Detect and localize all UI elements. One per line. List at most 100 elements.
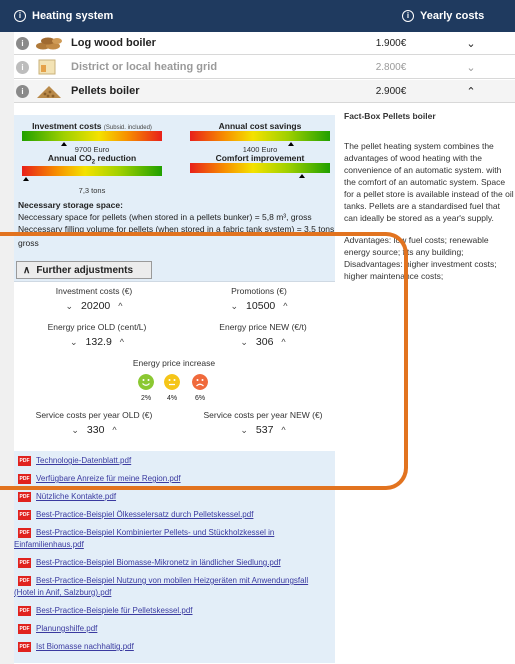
list-item[interactable]: PDF Best-Practice-Beispiel Biomasse-Mikro… xyxy=(18,557,334,569)
row-name: Log wood boiler xyxy=(71,37,156,49)
row-cost: 2.800€ xyxy=(375,61,407,73)
info-icon[interactable]: i xyxy=(16,60,29,74)
pdf-link[interactable]: Verfügbare Anreize für meine Region.pdf xyxy=(36,473,181,485)
pdf-icon: PDF xyxy=(18,606,31,616)
indicator-title: Investment costs (Subsid. included) xyxy=(32,121,152,131)
fact-box: Fact-Box Pellets boiler The pellet heati… xyxy=(344,110,515,292)
yearly-costs-header: i Yearly costs xyxy=(348,10,515,22)
list-item-continued[interactable]: (Hotel in Anif, Salzburg).pdf xyxy=(14,587,334,599)
row-district-heating[interactable]: i District or local heating grid 2.800€ … xyxy=(14,56,515,79)
row-cost: 1.900€ xyxy=(375,37,407,49)
decrement-icon[interactable]: ⌄ xyxy=(231,301,239,312)
fact-box-description: The pellet heating system combines the a… xyxy=(344,141,514,223)
list-item[interactable]: PDF Best-Practice-Beispiele für Pelletske… xyxy=(18,605,334,617)
decrement-icon[interactable]: ⌄ xyxy=(240,337,248,348)
happy-face-icon[interactable] xyxy=(138,374,154,390)
decrement-icon[interactable]: ⌄ xyxy=(70,337,78,348)
energy-price-new-field: Energy price NEW (€/t) ⌄ 306 ^ xyxy=(219,322,307,348)
annual-savings-indicator: Annual cost savings 1400 Euro xyxy=(190,121,330,154)
indicator-title: Comfort improvement xyxy=(215,153,305,163)
storage-line: Neccessary filling volume for pellets (w… xyxy=(18,224,335,234)
pdf-link[interactable]: Einfamilienhaus.pdf xyxy=(14,539,84,551)
left-margin xyxy=(0,32,14,664)
indicator-value: 7,3 tons xyxy=(78,185,106,195)
list-item[interactable]: PDF Best-Practice-Beispiel Nutzung von mo… xyxy=(18,575,334,587)
district-heating-thumbnail xyxy=(35,59,63,75)
pdf-link[interactable]: Ist Biomasse nachhaltig.pdf xyxy=(36,641,134,653)
increase-option-label: 6% xyxy=(194,395,206,402)
list-item[interactable]: PDF Planungshilfe.pdf xyxy=(18,623,334,635)
service-costs-old-input[interactable]: 330 xyxy=(87,424,105,436)
increment-icon[interactable]: ^ xyxy=(118,301,122,311)
decrement-icon[interactable]: ⌄ xyxy=(66,301,74,312)
fact-box-pros-cons: Advantages: low fuel costs; renewable en… xyxy=(344,235,497,281)
service-costs-new-input[interactable]: 537 xyxy=(256,424,274,436)
list-item[interactable]: PDF Best-Practice-Beispiel Kombinierter P… xyxy=(18,527,334,539)
pdf-link[interactable]: Nützliche Kontakte.pdf xyxy=(36,491,116,503)
pdf-link[interactable]: Best-Practice-Beispiel Ölkesselersatz du… xyxy=(36,509,253,521)
info-icon[interactable]: i xyxy=(16,36,29,50)
pdf-link[interactable]: (Hotel in Anif, Salzburg).pdf xyxy=(14,587,111,599)
pellets-details-panel: Investment costs (Subsid. included) 9700… xyxy=(14,115,335,663)
row-log-wood-boiler[interactable]: i Log wood boiler 1.900€ ⌄ xyxy=(14,32,515,55)
investment-costs-input[interactable]: 20200 xyxy=(81,300,110,312)
chevron-down-icon[interactable]: ⌄ xyxy=(451,37,491,50)
indicator-marker xyxy=(23,176,30,181)
heating-system-header: i Heating system xyxy=(0,10,348,22)
info-icon[interactable]: i xyxy=(14,10,26,22)
co2-reduction-indicator: Annual CO2 reduction 7,3 tons xyxy=(22,153,162,195)
pdf-icon: PDF xyxy=(18,492,31,502)
chevron-down-icon[interactable]: ⌄ xyxy=(451,61,491,74)
fact-box-title: Fact-Box Pellets boiler xyxy=(344,111,436,121)
chevron-up-icon[interactable]: ⌃ xyxy=(451,85,491,98)
info-icon[interactable]: i xyxy=(16,84,29,98)
storage-line: gross xyxy=(18,238,39,248)
decrement-icon[interactable]: ⌄ xyxy=(71,425,79,436)
pdf-icon: PDF xyxy=(18,642,31,652)
log-wood-thumbnail xyxy=(35,35,63,51)
increase-option-label: 2% xyxy=(140,395,152,402)
increment-icon[interactable]: ^ xyxy=(120,337,124,347)
further-adjustments-button[interactable]: ∧ Further adjustments xyxy=(16,261,152,279)
list-item[interactable]: PDF Technologie-Datenblatt.pdf xyxy=(18,455,334,467)
energy-price-increase-label: Energy price increase xyxy=(132,358,216,368)
increment-icon[interactable]: ^ xyxy=(281,337,285,347)
energy-price-old-input[interactable]: 132.9 xyxy=(86,336,112,348)
service-costs-new-field: Service costs per year NEW (€) ⌄ 537 ^ xyxy=(203,410,323,436)
pdf-icon: PDF xyxy=(18,474,31,484)
increment-icon[interactable]: ^ xyxy=(112,425,116,435)
pdf-link[interactable]: Best-Practice-Beispiel Kombinierter Pell… xyxy=(36,527,274,539)
pdf-link[interactable]: Planungshilfe.pdf xyxy=(36,623,97,635)
comfort-improvement-indicator: Comfort improvement xyxy=(190,153,330,178)
sad-face-icon[interactable] xyxy=(192,374,208,390)
promotions-input[interactable]: 10500 xyxy=(246,300,275,312)
investment-costs-field: Investment costs (€) ⌄ 20200 ^ xyxy=(55,286,133,312)
list-item-continued[interactable]: Einfamilienhaus.pdf xyxy=(14,539,334,551)
co2-gradient-bar xyxy=(22,165,162,181)
promotions-field: Promotions (€) ⌄ 10500 ^ xyxy=(230,286,288,312)
document-links: PDF Technologie-Datenblatt.pdf PDF Verfügb… xyxy=(14,455,334,659)
increment-icon[interactable]: ^ xyxy=(283,301,287,311)
energy-price-new-input[interactable]: 306 xyxy=(256,336,274,348)
pdf-link[interactable]: Best-Practice-Beispiel Biomasse-Mikronet… xyxy=(36,557,281,569)
pellets-thumbnail xyxy=(35,83,63,99)
decrement-icon[interactable]: ⌄ xyxy=(240,425,248,436)
yearly-costs-title: Yearly costs xyxy=(420,10,485,22)
pdf-link[interactable]: Best-Practice-Beispiele für Pelletskesse… xyxy=(36,605,193,617)
list-item[interactable]: PDF Ist Biomasse nachhaltig.pdf xyxy=(18,641,334,653)
indicator-title: Annual cost savings xyxy=(218,121,302,131)
pdf-link[interactable]: Technologie-Datenblatt.pdf xyxy=(36,455,131,467)
indicator-title: Annual CO2 reduction xyxy=(47,153,137,166)
list-item[interactable]: PDF Verfügbare Anreize für meine Region.p… xyxy=(18,473,334,485)
info-icon[interactable]: i xyxy=(402,10,414,22)
list-item[interactable]: PDF Best-Practice-Beispiel Ölkesselersatz… xyxy=(18,509,334,521)
pdf-link[interactable]: Best-Practice-Beispiel Nutzung von mobil… xyxy=(36,575,308,587)
indicator-marker xyxy=(61,142,67,146)
row-pellets-boiler[interactable]: i Pellets boiler 2.900€ ⌃ xyxy=(14,80,515,103)
neutral-face-icon[interactable] xyxy=(164,374,180,390)
row-cost: 2.900€ xyxy=(375,85,407,97)
indicator-marker xyxy=(299,174,305,178)
list-item[interactable]: PDF Nützliche Kontakte.pdf xyxy=(18,491,334,503)
heating-system-title: Heating system xyxy=(32,10,114,22)
increment-icon[interactable]: ^ xyxy=(281,425,285,435)
